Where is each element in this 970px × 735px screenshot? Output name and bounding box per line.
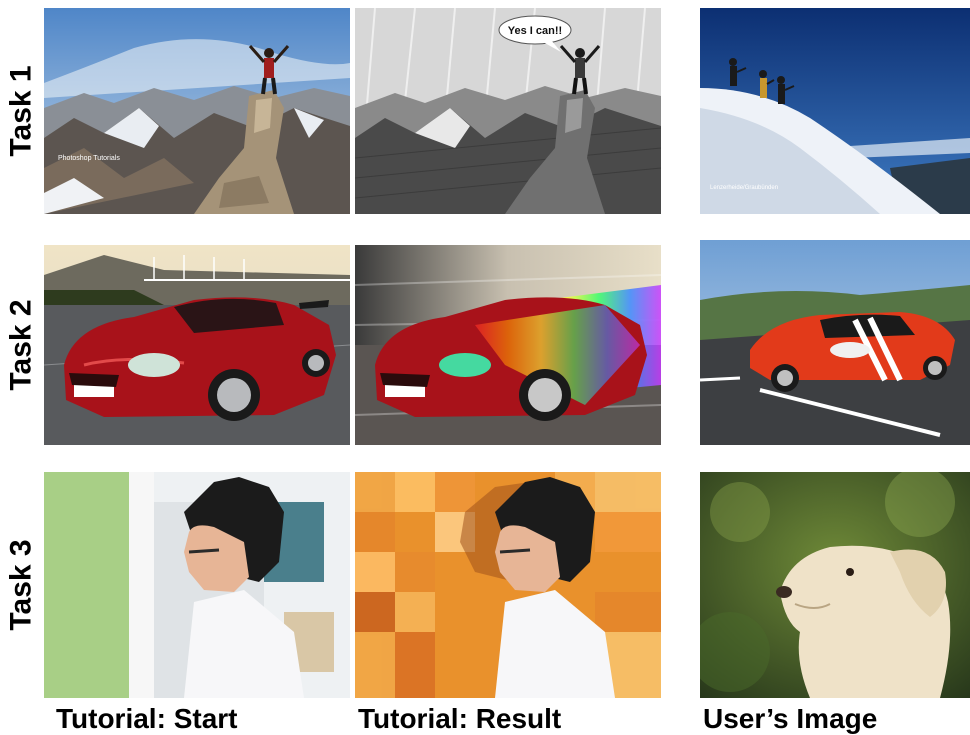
caption-tutorial-start: Tutorial: Start [56, 703, 238, 734]
snow-ridge-climbers-photo: Lenzerheide/Graubünden [700, 8, 970, 214]
task-label-2: Task 2 [5, 299, 39, 391]
caption-user-image: User’s Image [703, 703, 878, 734]
caption-tutorial-result: Tutorial: Result [358, 703, 562, 734]
speech-bubble-text: Yes I can!! [508, 25, 562, 37]
man-profile-office-photo [44, 472, 350, 698]
task3-start-image [44, 472, 350, 698]
mountain-summit-photo: Photoshop Tutorials [44, 8, 350, 214]
task1-start-image: Photoshop Tutorials [44, 8, 350, 214]
watermark-text: Photoshop Tutorials [58, 155, 120, 162]
sketch-effect-photo: Yes I can!! [355, 8, 661, 214]
white-poodle-dog-photo [700, 472, 970, 698]
man-profile-pixelated-photo [355, 472, 661, 698]
orange-race-car-photo [700, 240, 970, 445]
task1-user-image: Lenzerheide/Graubünden [700, 8, 970, 214]
red-sports-car-photo [44, 245, 350, 445]
task3-user-image [700, 472, 970, 698]
watermark-text: Lenzerheide/Graubünden [710, 185, 778, 191]
task2-start-image [44, 245, 350, 445]
task-label-3: Task 3 [5, 539, 39, 631]
task3-result-image [355, 472, 661, 698]
rainbow-speed-car-photo [355, 245, 661, 445]
task-label-1: Task 1 [5, 65, 39, 157]
task1-result-image: Yes I can!! [355, 8, 661, 214]
task2-user-image [700, 240, 970, 445]
task2-result-image [355, 245, 661, 445]
